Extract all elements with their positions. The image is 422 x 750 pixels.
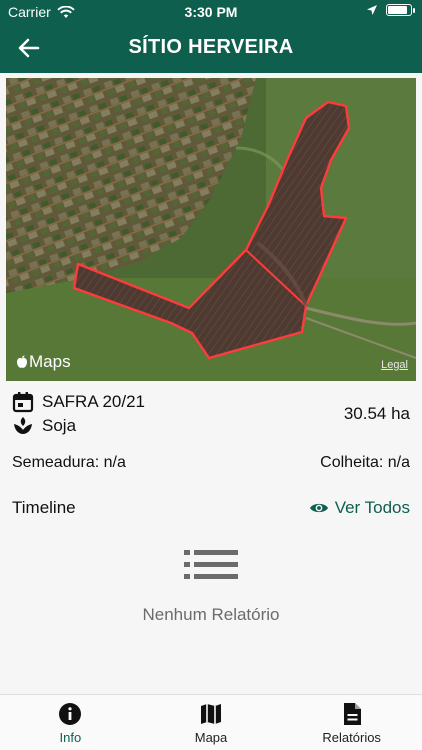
tab-info-label: Info bbox=[59, 730, 82, 745]
see-all-label: Ver Todos bbox=[334, 498, 410, 517]
tab-bar: Info Mapa Relatórios bbox=[0, 694, 422, 750]
apple-maps-logo: Maps bbox=[16, 352, 71, 372]
reports-empty-state: Nenhum Relatório bbox=[0, 548, 422, 625]
navigation-bar: Carrier 3:30 PM SÍTIO HERVEIRA bbox=[0, 0, 422, 73]
crop-dates: Semeadura: n/a Colheita: n/a bbox=[12, 454, 410, 474]
crop-info: SAFRA 20/21 Soja 30.54 ha bbox=[12, 390, 410, 438]
eye-icon bbox=[309, 503, 328, 513]
document-icon bbox=[343, 703, 361, 725]
sowing-date: Semeadura: n/a bbox=[12, 454, 126, 471]
page-title: SÍTIO HERVEIRA bbox=[128, 36, 294, 58]
info-icon bbox=[59, 703, 82, 725]
harvest-date: Colheita: n/a bbox=[320, 454, 410, 471]
tab-mapa-label: Mapa bbox=[194, 730, 228, 745]
field-map[interactable]: Maps Legal bbox=[6, 78, 416, 381]
tab-relatorios-label: Relatórios bbox=[322, 730, 381, 745]
battery-icon bbox=[386, 4, 415, 16]
apple-logo-icon bbox=[17, 355, 27, 368]
field-area: 30.54 ha bbox=[343, 404, 410, 423]
empty-reports-message: Nenhum Relatório bbox=[142, 605, 280, 624]
list-icon bbox=[184, 550, 238, 579]
season-label: SAFRA 20/21 bbox=[42, 392, 146, 411]
status-bar: Carrier 3:30 PM bbox=[0, 4, 422, 22]
tab-info[interactable]: Info bbox=[0, 695, 141, 750]
sprout-icon bbox=[14, 417, 32, 434]
satellite-map-image bbox=[6, 78, 416, 381]
tab-relatorios[interactable]: Relatórios bbox=[281, 695, 422, 750]
timeline-heading: Timeline bbox=[12, 498, 76, 517]
legal-link[interactable]: Legal bbox=[381, 359, 408, 371]
status-time: 3:30 PM bbox=[184, 4, 238, 20]
calendar-icon bbox=[12, 392, 34, 413]
see-all-button[interactable]: Ver Todos bbox=[309, 498, 410, 518]
culture-label: Soja bbox=[42, 416, 77, 435]
location-arrow-icon bbox=[367, 5, 377, 15]
timeline-section: Timeline Ver Todos bbox=[12, 498, 410, 520]
maps-logo-text: Maps bbox=[29, 352, 71, 371]
map-icon bbox=[201, 704, 221, 724]
tab-mapa[interactable]: Mapa bbox=[141, 695, 282, 750]
